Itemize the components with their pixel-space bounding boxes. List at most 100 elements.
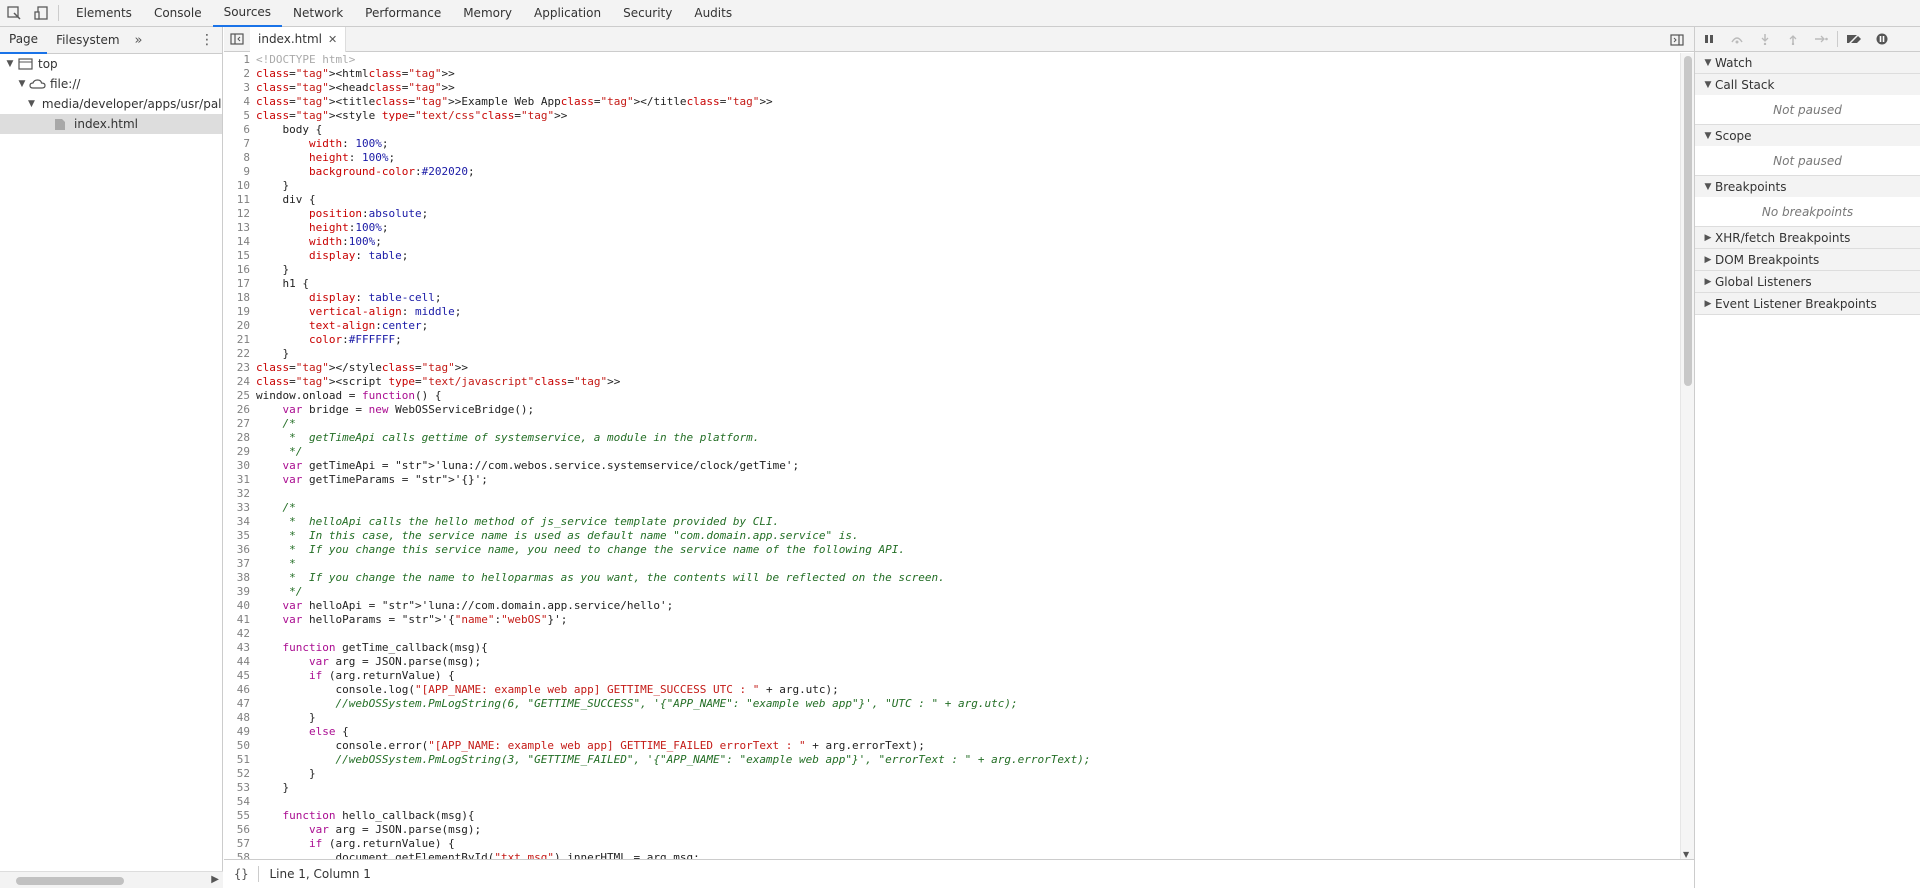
line-number[interactable]: 27 (224, 417, 254, 431)
close-tab-icon[interactable]: ✕ (328, 33, 337, 46)
line-number[interactable]: 12 (224, 207, 254, 221)
expand-arrow-icon[interactable]: ▼ (16, 79, 28, 89)
line-number[interactable]: 54 (224, 795, 254, 809)
toggle-debugger-icon[interactable] (1664, 27, 1690, 52)
line-number[interactable]: 41 (224, 613, 254, 627)
tab-console[interactable]: Console (143, 0, 213, 27)
sidebar-pane-header[interactable]: ▼ Watch (1695, 52, 1920, 73)
line-number[interactable]: 36 (224, 543, 254, 557)
line-number[interactable]: 46 (224, 683, 254, 697)
line-number[interactable]: 30 (224, 459, 254, 473)
collapsed-arrow-icon[interactable]: ▶ (1701, 277, 1715, 287)
line-number[interactable]: 35 (224, 529, 254, 543)
line-number[interactable]: 56 (224, 823, 254, 837)
vertical-scrollbar[interactable]: ▼ (1680, 53, 1694, 859)
line-number[interactable]: 2 (224, 67, 254, 81)
line-number[interactable]: 13 (224, 221, 254, 235)
tree-item-folder[interactable]: ▼ media/developer/apps/usr/palm/applicat… (0, 94, 222, 114)
tab-network[interactable]: Network (282, 0, 354, 27)
line-number[interactable]: 33 (224, 501, 254, 515)
sidebar-pane-header[interactable]: ▶ DOM Breakpoints (1695, 249, 1920, 270)
line-number[interactable]: 5 (224, 109, 254, 123)
collapsed-arrow-icon[interactable]: ▶ (1701, 299, 1715, 309)
line-number[interactable]: 58 (224, 851, 254, 859)
editor-tab-index-html[interactable]: index.html ✕ (250, 26, 347, 52)
tab-page[interactable]: Page (0, 27, 48, 54)
line-number[interactable]: 40 (224, 599, 254, 613)
line-number[interactable]: 9 (224, 165, 254, 179)
step-out-icon[interactable] (1779, 27, 1807, 52)
line-number[interactable]: 49 (224, 725, 254, 739)
line-number[interactable]: 19 (224, 305, 254, 319)
scroll-right-arrow-icon[interactable]: ▶ (211, 874, 219, 885)
line-number[interactable]: 23 (224, 361, 254, 375)
line-number[interactable]: 7 (224, 137, 254, 151)
pause-icon[interactable] (1695, 27, 1723, 52)
scrollbar-thumb[interactable] (1684, 56, 1692, 386)
line-number[interactable]: 43 (224, 641, 254, 655)
tab-performance[interactable]: Performance (354, 0, 452, 27)
step-icon[interactable] (1807, 27, 1835, 52)
expand-arrow-icon[interactable]: ▼ (4, 59, 16, 69)
line-number[interactable]: 28 (224, 431, 254, 445)
toggle-navigator-icon[interactable] (224, 27, 250, 52)
line-number[interactable]: 52 (224, 767, 254, 781)
collapsed-arrow-icon[interactable]: ▶ (1701, 255, 1715, 265)
scroll-down-arrow-icon[interactable]: ▼ (1683, 850, 1689, 859)
sidebar-pane-header[interactable]: ▶ Global Listeners (1695, 271, 1920, 292)
line-number[interactable]: 8 (224, 151, 254, 165)
sidebar-pane-header[interactable]: ▶ Event Listener Breakpoints (1695, 293, 1920, 314)
tab-elements[interactable]: Elements (65, 0, 143, 27)
line-number[interactable]: 6 (224, 123, 254, 137)
line-number[interactable]: 55 (224, 809, 254, 823)
line-number[interactable]: 1 (224, 53, 254, 67)
line-number[interactable]: 51 (224, 753, 254, 767)
line-number[interactable]: 17 (224, 277, 254, 291)
collapsed-arrow-icon[interactable]: ▶ (1701, 233, 1715, 243)
line-number[interactable]: 22 (224, 347, 254, 361)
line-number[interactable]: 38 (224, 571, 254, 585)
line-number[interactable]: 47 (224, 697, 254, 711)
step-over-icon[interactable] (1723, 27, 1751, 52)
line-number[interactable]: 34 (224, 515, 254, 529)
line-number[interactable]: 24 (224, 375, 254, 389)
line-number[interactable]: 18 (224, 291, 254, 305)
sidebar-pane-header[interactable]: ▶ XHR/fetch Breakpoints (1695, 227, 1920, 248)
line-number[interactable]: 21 (224, 333, 254, 347)
tab-application[interactable]: Application (523, 0, 612, 27)
tab-audits[interactable]: Audits (683, 0, 743, 27)
more-tabs-icon[interactable]: » (129, 33, 149, 48)
line-number[interactable]: 15 (224, 249, 254, 263)
step-into-icon[interactable] (1751, 27, 1779, 52)
tree-item-top[interactable]: ▼ top (0, 54, 222, 74)
line-number[interactable]: 14 (224, 235, 254, 249)
tab-security[interactable]: Security (612, 0, 683, 27)
tab-filesystem[interactable]: Filesystem (47, 27, 128, 54)
expanded-arrow-icon[interactable]: ▼ (1701, 58, 1715, 68)
code-view[interactable]: 1 <!DOCTYPE html> 2 class="tag"><htmlclass=… (224, 53, 1684, 859)
sidebar-pane-header[interactable]: ▼ Scope (1695, 125, 1920, 146)
line-number[interactable]: 26 (224, 403, 254, 417)
pause-on-exceptions-icon[interactable] (1868, 27, 1896, 52)
line-number[interactable]: 57 (224, 837, 254, 851)
line-number[interactable]: 10 (224, 179, 254, 193)
device-toolbar-icon[interactable] (28, 0, 56, 27)
line-number[interactable]: 25 (224, 389, 254, 403)
line-number[interactable]: 3 (224, 81, 254, 95)
more-options-icon[interactable]: ⋮ (200, 32, 214, 48)
line-number[interactable]: 44 (224, 655, 254, 669)
line-number[interactable]: 4 (224, 95, 254, 109)
line-number[interactable]: 16 (224, 263, 254, 277)
line-number[interactable]: 48 (224, 711, 254, 725)
line-number[interactable]: 37 (224, 557, 254, 571)
line-number[interactable]: 50 (224, 739, 254, 753)
line-number[interactable]: 20 (224, 319, 254, 333)
sidebar-pane-header[interactable]: ▼ Breakpoints (1695, 176, 1920, 197)
tab-memory[interactable]: Memory (452, 0, 523, 27)
expanded-arrow-icon[interactable]: ▼ (1701, 80, 1715, 90)
tree-item-file[interactable]: ▼ file:// (0, 74, 222, 94)
line-number[interactable]: 53 (224, 781, 254, 795)
line-number[interactable]: 29 (224, 445, 254, 459)
expanded-arrow-icon[interactable]: ▼ (1701, 182, 1715, 192)
line-number[interactable]: 31 (224, 473, 254, 487)
